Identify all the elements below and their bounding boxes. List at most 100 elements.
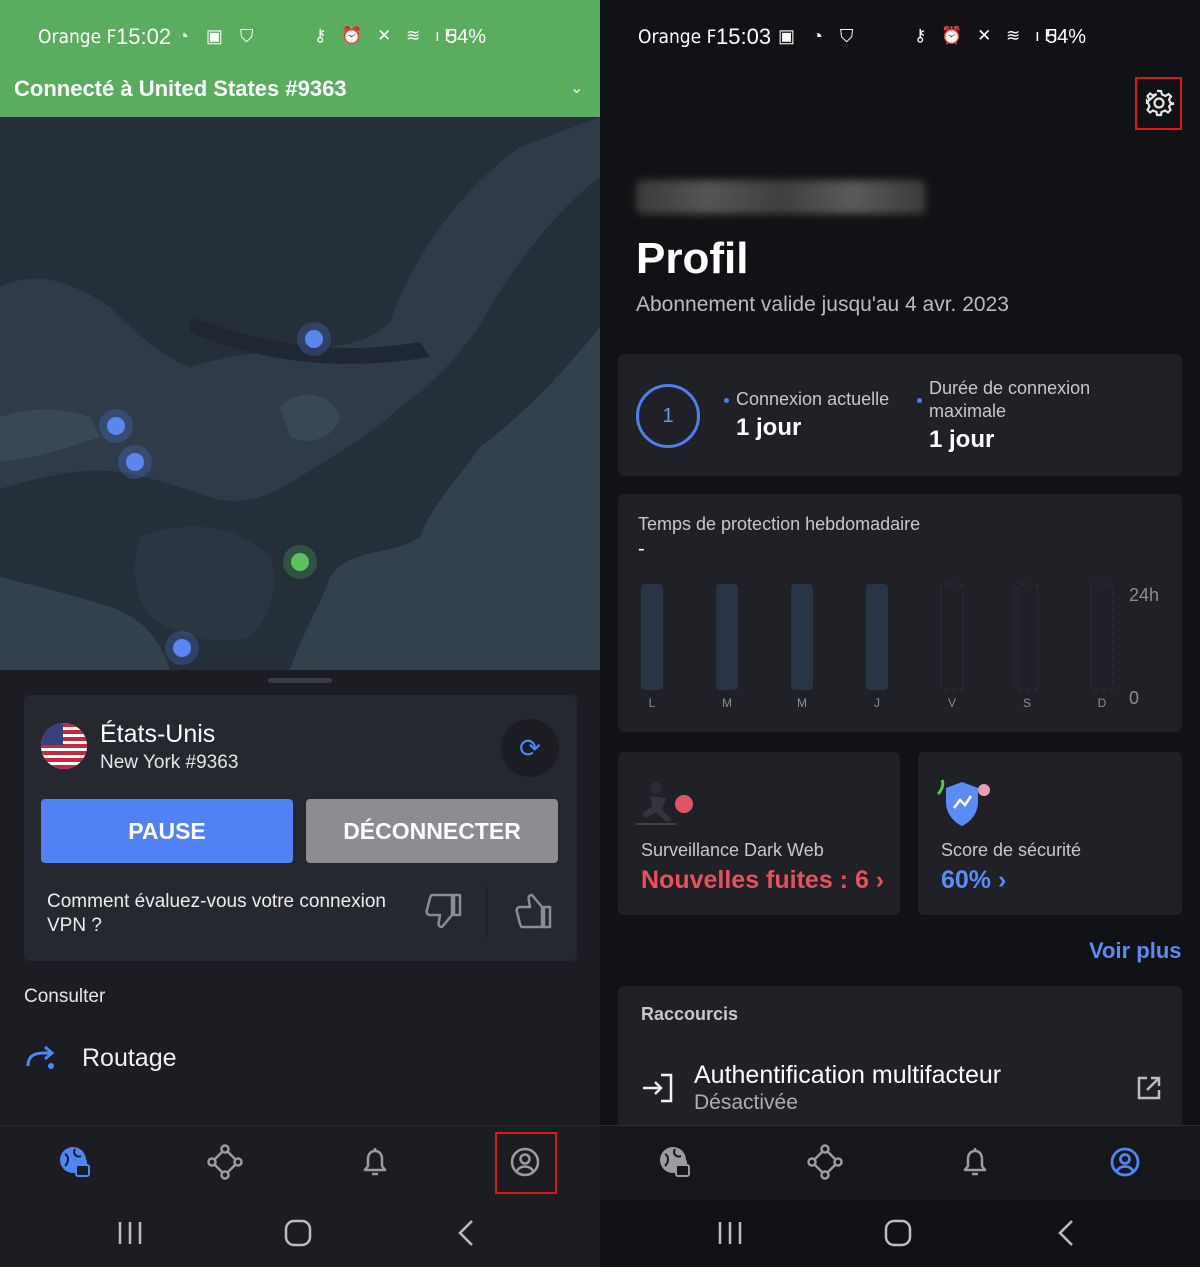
- home-icon[interactable]: [283, 1218, 313, 1248]
- carrier-label: Orange F: [38, 26, 117, 48]
- battery-level: 54%: [446, 26, 487, 48]
- system-navigation: [600, 1200, 1200, 1267]
- chart-y-tick: 0: [1129, 688, 1139, 708]
- current-connection-label: Connexion actuelle: [736, 389, 890, 409]
- bell-icon[interactable]: [957, 1144, 993, 1180]
- chart-bar-6: [1090, 583, 1114, 691]
- thumbs-down-icon[interactable]: [422, 891, 466, 931]
- chart-x-tick: M: [797, 696, 807, 710]
- recent-apps-icon[interactable]: [115, 1218, 145, 1248]
- external-link-icon[interactable]: [1135, 1074, 1163, 1102]
- chart-bar-3: [866, 584, 888, 690]
- see-more-link[interactable]: Voir plus: [1089, 938, 1182, 964]
- status-bar: Orange F 15:02 ◔ ▣ ⛉ ⚷ ⏰ ✕ ≋ ıll 54%: [0, 0, 600, 76]
- chevron-down-icon[interactable]: ⌄: [570, 78, 583, 98]
- chart-x-tick: L: [649, 696, 656, 710]
- meshnet-icon[interactable]: [207, 1144, 243, 1180]
- thumbs-up-icon[interactable]: [512, 891, 556, 931]
- page-title: Profil: [636, 234, 749, 283]
- server-pin[interactable]: [297, 322, 331, 356]
- blurred-account-email: [636, 180, 926, 214]
- dark-web-card[interactable]: Surveillance Dark Web Nouvelles fuites :…: [618, 752, 900, 915]
- back-icon[interactable]: [452, 1218, 482, 1248]
- mfa-status: Désactivée: [694, 1091, 798, 1114]
- system-status-icons: ⚷ ⏰ ✕ ≋ ıll: [914, 26, 1063, 45]
- home-icon[interactable]: [883, 1218, 913, 1248]
- chart-x-tick: M: [722, 696, 732, 710]
- clock: 15:02: [116, 24, 172, 49]
- chart-x-tick: J: [874, 696, 880, 710]
- rating-question: Comment évaluez-vous votre connexion VPN…: [47, 891, 387, 936]
- consult-heading: Consulter: [24, 986, 106, 1007]
- server-pin[interactable]: [165, 631, 199, 665]
- chart-x-tick: D: [1098, 696, 1107, 710]
- vpn-home-screen: Orange F 15:02 ◔ ▣ ⛉ ⚷ ⏰ ✕ ≋ ıll 54% Con…: [0, 0, 600, 1267]
- chart-x-tick: V: [948, 696, 956, 710]
- map-landmass: [0, 117, 600, 670]
- connection-count-ring: 1: [636, 384, 700, 448]
- login-arrow-icon: [641, 1072, 675, 1104]
- shortcuts-heading: Raccourcis: [641, 1004, 739, 1024]
- drag-handle[interactable]: [268, 678, 332, 683]
- shortcuts-card: Raccourcis Authentification multifacteur…: [618, 986, 1182, 1146]
- security-score-link[interactable]: 60% ›: [941, 866, 1006, 895]
- max-connection-label-line2: maximale: [929, 401, 1007, 421]
- rating-divider: [486, 887, 488, 937]
- chart-bar-0: [641, 584, 663, 690]
- security-score-card[interactable]: Score de sécurité 60% ›: [918, 752, 1182, 915]
- weekly-bar-chart: L M M J V S D 24h 0: [641, 583, 1159, 710]
- notification-icons: ◔ ▣ ⛉: [178, 26, 260, 46]
- server-pin[interactable]: [118, 445, 152, 479]
- bell-icon[interactable]: [357, 1144, 393, 1180]
- shield-illustration-icon: [936, 776, 996, 830]
- highlight-box: [1135, 77, 1182, 130]
- globe-lock-icon[interactable]: [57, 1144, 93, 1180]
- chart-y-tick: 24h: [1129, 585, 1159, 605]
- connection-sheet: États-Unis New York #9363 ⟳ PAUSE DÉCONN…: [0, 670, 600, 1125]
- chart-bar-1: [716, 584, 738, 690]
- max-connection-value: 1 jour: [929, 426, 995, 453]
- max-connection-label-line1: Durée de connexion: [929, 378, 1091, 398]
- chart-bar-2: [791, 584, 813, 690]
- bottom-navigation: [600, 1125, 1200, 1200]
- bullet-icon: [917, 398, 922, 403]
- current-connection-value: 1 jour: [736, 414, 802, 441]
- system-status-icons: ⚷ ⏰ ✕ ≋ ıll: [314, 26, 463, 45]
- system-navigation: [0, 1200, 600, 1267]
- dark-web-label: Surveillance Dark Web: [641, 840, 824, 860]
- dark-web-leaks-link[interactable]: Nouvelles fuites : 6 ›: [641, 866, 884, 895]
- connected-server-pin[interactable]: [283, 545, 317, 579]
- profile-screen: Orange F 15:03 ▣ ◔ ⛉ ⚷ ⏰ ✕ ≋ ıll 54% Pro…: [600, 0, 1200, 1267]
- battery-level: 54%: [1046, 26, 1087, 48]
- chart-bar-5: [1015, 583, 1039, 691]
- chart-x-tick: S: [1023, 696, 1031, 710]
- bottom-navigation: [0, 1125, 600, 1200]
- status-bar: Orange F 15:03 ▣ ◔ ⛉ ⚷ ⏰ ✕ ≋ ıll 54%: [600, 0, 1200, 76]
- server-card: États-Unis New York #9363 ⟳ PAUSE DÉCONN…: [24, 695, 577, 961]
- recent-apps-icon[interactable]: [715, 1218, 745, 1248]
- disconnect-button[interactable]: DÉCONNECTER: [306, 799, 558, 863]
- routing-arrow-icon: [24, 1044, 58, 1072]
- routing-link[interactable]: Routage: [82, 1044, 177, 1073]
- server-country: États-Unis: [100, 720, 216, 748]
- back-icon[interactable]: [1052, 1218, 1082, 1248]
- server-map[interactable]: [0, 117, 600, 670]
- highlight-box: [495, 1132, 557, 1194]
- pause-button[interactable]: PAUSE: [41, 799, 293, 863]
- weekly-protection-card: Temps de protection hebdomadaire - LMMJV…: [618, 494, 1182, 732]
- server-pin[interactable]: [99, 409, 133, 443]
- subscription-status: Abonnement valide jusqu'au 4 avr. 2023: [636, 293, 1009, 316]
- profile-icon[interactable]: [1107, 1144, 1143, 1180]
- meshnet-icon[interactable]: [807, 1144, 843, 1180]
- carrier-label: Orange F: [638, 26, 717, 48]
- refresh-icon[interactable]: ⟳: [501, 719, 559, 777]
- server-name: New York #9363: [100, 752, 239, 773]
- notification-icons: ▣ ◔ ⛉: [778, 26, 860, 46]
- dark-web-illustration-icon: [636, 778, 696, 828]
- us-flag-icon: [41, 723, 87, 769]
- clock: 15:03: [716, 24, 772, 49]
- mfa-shortcut-title[interactable]: Authentification multifacteur: [694, 1061, 1001, 1090]
- chart-bar-4: [940, 583, 964, 691]
- connection-status-title[interactable]: Connecté à United States #9363: [14, 76, 347, 102]
- globe-lock-icon[interactable]: [657, 1144, 693, 1180]
